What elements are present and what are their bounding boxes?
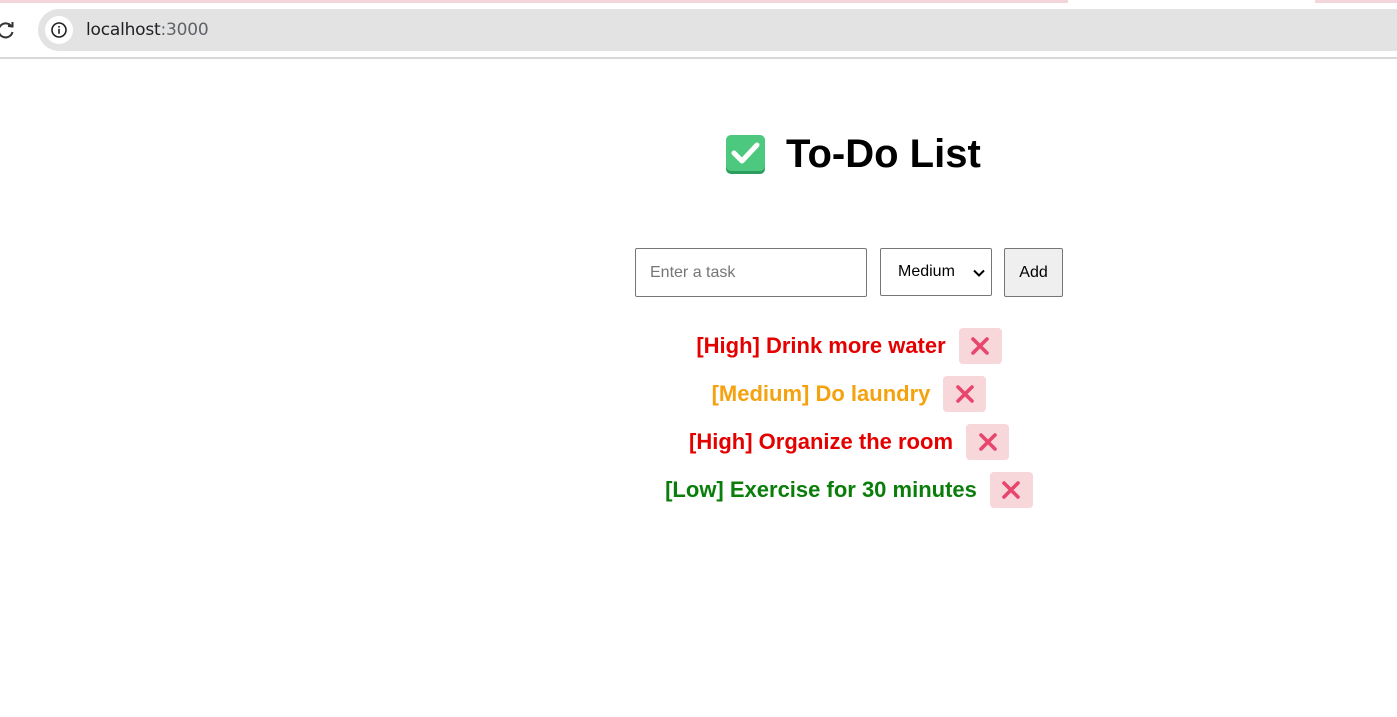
- tab-strip-hint: [1315, 0, 1397, 3]
- todo-app: To-Do List Medium Add [High] Drink more …: [0, 59, 1397, 717]
- page-title-text: To-Do List: [786, 132, 981, 176]
- address-bar[interactable]: localhost:3000: [38, 9, 1397, 51]
- delete-task-button[interactable]: [966, 424, 1009, 460]
- task-input[interactable]: [635, 248, 867, 297]
- task-item: [High] Drink more water: [0, 322, 1397, 370]
- add-task-button[interactable]: Add: [1004, 248, 1063, 297]
- reload-icon[interactable]: [0, 20, 16, 40]
- page-title: To-Do List: [725, 131, 981, 177]
- priority-select-value: Medium: [898, 263, 955, 280]
- close-icon: [971, 337, 989, 355]
- delete-task-button[interactable]: [943, 376, 987, 412]
- task-text: [Low] Exercise for 30 minutes: [665, 477, 977, 502]
- task-item: [Medium] Do laundry: [0, 370, 1397, 418]
- url-port: :3000: [160, 20, 209, 40]
- task-text: [Medium] Do laundry: [711, 381, 931, 406]
- tab-strip-edge: [0, 0, 1397, 3]
- task-text: [High] Organize the room: [689, 429, 953, 454]
- priority-select[interactable]: Medium: [880, 248, 992, 296]
- browser-toolbar: localhost:3000: [0, 0, 1397, 59]
- close-icon: [978, 433, 997, 451]
- close-icon: [956, 385, 974, 403]
- delete-task-button[interactable]: [958, 328, 1002, 364]
- delete-task-button[interactable]: [989, 472, 1033, 508]
- site-info-icon[interactable]: [45, 16, 73, 44]
- tab-strip-hint: [0, 0, 1068, 3]
- chevron-down-icon: [972, 266, 986, 280]
- task-item: [Low] Exercise for 30 minutes: [0, 466, 1397, 514]
- url-text[interactable]: localhost:3000: [86, 20, 209, 40]
- task-text: [High] Drink more water: [696, 333, 946, 358]
- url-host: localhost: [86, 20, 161, 40]
- task-list: [High] Drink more water [Medium] Do laund…: [0, 322, 1397, 514]
- check-mark-button-icon: [725, 134, 766, 175]
- task-item: [High] Organize the room: [0, 418, 1397, 466]
- close-icon: [1002, 481, 1021, 499]
